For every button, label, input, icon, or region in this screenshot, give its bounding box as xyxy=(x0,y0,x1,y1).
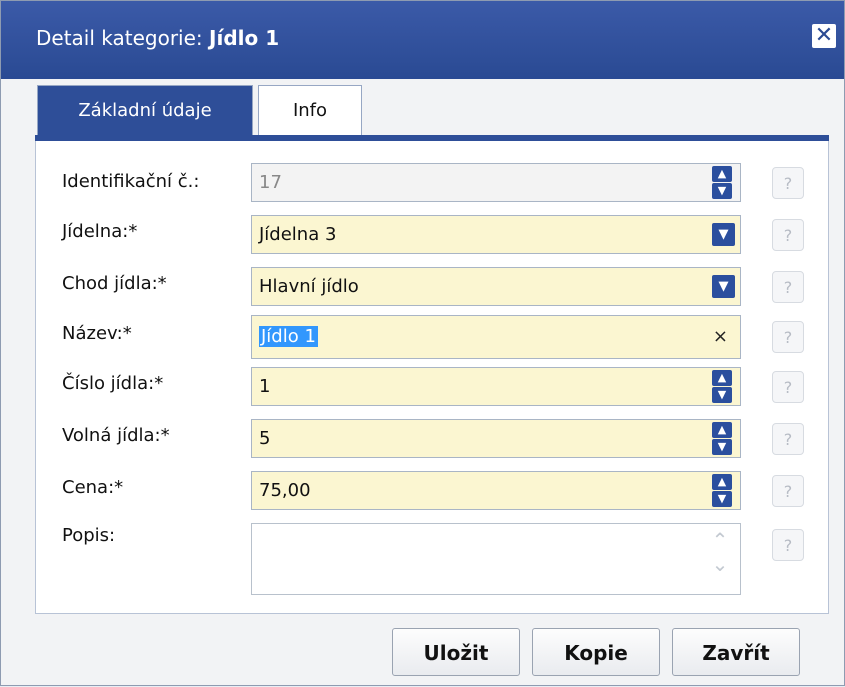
dialog-footer: Uložit Kopie Zavřít xyxy=(1,615,845,687)
canteen-select[interactable]: Jídelna 3 ▼ xyxy=(251,215,741,254)
canteen-label: Jídelna:* xyxy=(62,221,138,242)
id-spinner: ▲ ▼ xyxy=(708,164,740,201)
save-button[interactable]: Uložit xyxy=(392,628,520,676)
spin-down-icon[interactable]: ▼ xyxy=(712,183,732,199)
tab-info[interactable]: Info xyxy=(258,85,362,135)
description-textarea[interactable]: ⌃ ⌄ xyxy=(251,523,741,595)
copy-button[interactable]: Kopie xyxy=(532,628,660,676)
id-label: Identifikační č.: xyxy=(62,171,200,192)
spin-up-icon[interactable]: ▲ xyxy=(712,370,732,386)
dialog-title-name: Jídlo 1 xyxy=(209,26,280,50)
name-value: Jídlo 1 xyxy=(259,326,318,347)
course-value: Hlavní jídlo xyxy=(259,276,359,297)
clear-icon[interactable]: × xyxy=(713,326,728,347)
id-field[interactable]: 17 ▲ ▼ xyxy=(251,163,741,202)
course-select[interactable]: Hlavní jídlo ▼ xyxy=(251,267,741,306)
help-icon[interactable]: ? xyxy=(772,271,804,303)
canteen-value: Jídelna 3 xyxy=(259,224,337,245)
textarea-scrollbar[interactable]: ⌃ ⌄ xyxy=(708,528,732,592)
course-dropdown: ▼ xyxy=(708,268,740,305)
free-meals-value: 5 xyxy=(259,428,271,449)
help-icon[interactable]: ? xyxy=(772,371,804,403)
dialog-title: Detail kategorie: Jídlo 1 xyxy=(36,25,279,51)
name-label: Název:* xyxy=(62,323,132,344)
id-value: 17 xyxy=(259,172,282,193)
spin-down-icon[interactable]: ▼ xyxy=(712,439,732,455)
price-label: Cena:* xyxy=(62,477,124,498)
free-meals-spinner: ▲ ▼ xyxy=(708,420,740,457)
spin-up-icon[interactable]: ▲ xyxy=(712,166,732,182)
canteen-dropdown: ▼ xyxy=(708,216,740,253)
price-value: 75,00 xyxy=(259,480,311,501)
free-meals-label: Volná jídla:* xyxy=(62,425,170,446)
course-label: Chod jídla:* xyxy=(62,273,167,294)
description-label: Popis: xyxy=(62,525,116,546)
dialog-titlebar[interactable]: Detail kategorie: Jídlo 1 ✕ xyxy=(1,1,844,79)
meal-number-spinner: ▲ ▼ xyxy=(708,368,740,405)
price-spinner: ▲ ▼ xyxy=(708,472,740,509)
spin-down-icon[interactable]: ▼ xyxy=(712,387,732,403)
dialog-title-prefix: Detail kategorie: xyxy=(36,26,210,50)
scroll-up-icon[interactable]: ⌃ xyxy=(708,528,732,552)
help-icon[interactable]: ? xyxy=(772,529,804,561)
meal-number-input[interactable]: 1 ▲ ▼ xyxy=(251,367,741,406)
spin-up-icon[interactable]: ▲ xyxy=(712,422,732,438)
meal-number-label: Číslo jídla:* xyxy=(62,373,164,394)
form-panel: Identifikační č.: 17 ▲ ▼ ? Jídelna:* Jíd… xyxy=(35,141,829,614)
close-button[interactable]: Zavřít xyxy=(672,628,800,676)
help-icon[interactable]: ? xyxy=(772,219,804,251)
name-input[interactable]: Jídlo 1 × xyxy=(251,315,741,359)
free-meals-input[interactable]: 5 ▲ ▼ xyxy=(251,419,741,458)
spin-down-icon[interactable]: ▼ xyxy=(712,491,732,507)
scroll-down-icon[interactable]: ⌄ xyxy=(708,552,732,576)
help-icon[interactable]: ? xyxy=(772,167,804,199)
help-icon[interactable]: ? xyxy=(772,321,804,353)
close-icon[interactable]: ✕ xyxy=(812,24,836,48)
chevron-down-icon[interactable]: ▼ xyxy=(712,223,735,246)
help-icon[interactable]: ? xyxy=(772,475,804,507)
meal-number-value: 1 xyxy=(259,376,271,397)
category-detail-dialog: Detail kategorie: Jídlo 1 ✕ Základní úda… xyxy=(0,0,845,686)
price-input[interactable]: 75,00 ▲ ▼ xyxy=(251,471,741,510)
help-icon[interactable]: ? xyxy=(772,423,804,455)
chevron-down-icon[interactable]: ▼ xyxy=(712,275,735,298)
tab-basic-info[interactable]: Základní údaje xyxy=(37,85,253,135)
spin-up-icon[interactable]: ▲ xyxy=(712,474,732,490)
